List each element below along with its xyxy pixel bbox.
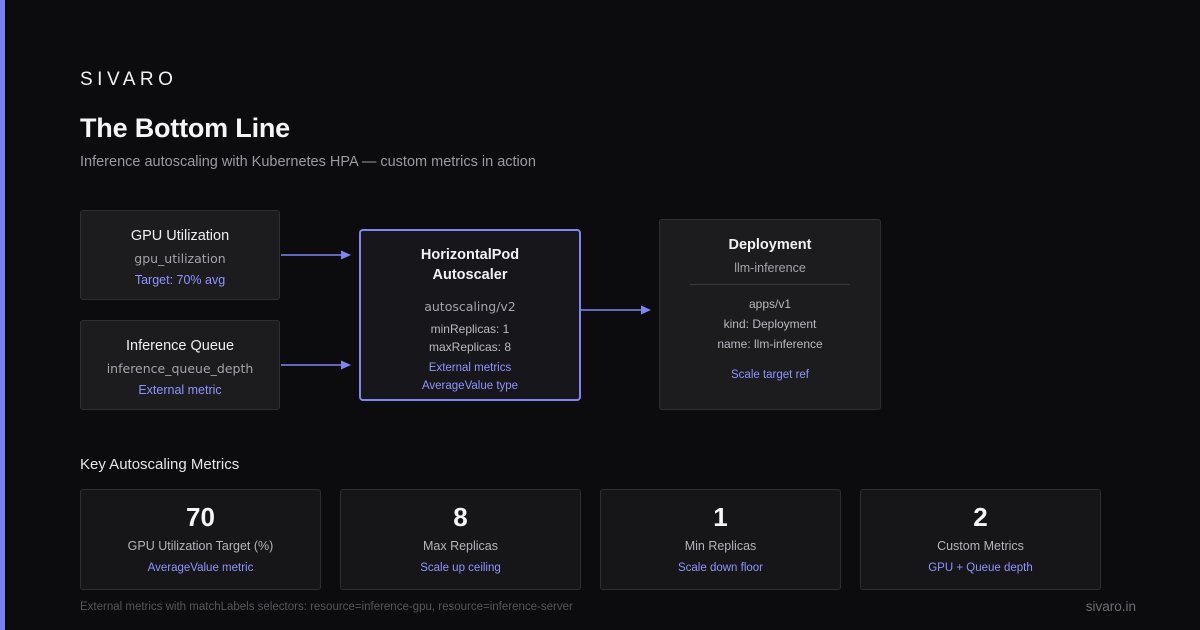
- queue-box-note: External metric: [138, 383, 222, 397]
- deployment-title: Deployment: [728, 237, 812, 253]
- metric-note: Scale up ceiling: [420, 562, 501, 574]
- metric-label: Custom Metrics: [937, 539, 1024, 553]
- arrow-queue-to-hpa-head: [341, 360, 351, 370]
- deployment-kind: kind: Deployment: [723, 317, 817, 331]
- metric-note: Scale down floor: [677, 562, 764, 574]
- deployment-api-version: apps/v1: [748, 297, 792, 311]
- page-subtitle: Inference autoscaling with Kubernetes HP…: [80, 154, 536, 170]
- hpa-title-line2: Autoscaler: [432, 267, 508, 283]
- left-accent-bar: [0, 0, 5, 630]
- page-title: The Bottom Line: [80, 113, 290, 143]
- hpa-min-replicas: minReplicas: 1: [430, 322, 510, 336]
- hpa-api-version: autoscaling/v2: [424, 299, 516, 314]
- arrow-gpu-to-hpa-head: [341, 250, 351, 260]
- gpu-box-title: GPU Utilization: [130, 228, 230, 244]
- hpa-note-external: External metrics: [428, 362, 512, 374]
- metric-label: Min Replicas: [684, 539, 757, 553]
- metric-card-min-replicas: 1 Min Replicas Scale down floor: [600, 489, 841, 590]
- hpa-box: HorizontalPod Autoscaler autoscaling/v2 …: [359, 229, 581, 401]
- hpa-note-type: AverageValue type: [421, 380, 519, 392]
- footer-site-link[interactable]: sivaro.in: [1086, 599, 1136, 614]
- deployment-divider: [690, 284, 850, 285]
- metric-card-gpu-target: 70 GPU Utilization Target (%) AverageVal…: [80, 489, 321, 590]
- deployment-note: Scale target ref: [731, 369, 809, 381]
- queue-box-title: Inference Queue: [125, 338, 235, 354]
- queue-box-metric: inference_queue_depth: [106, 361, 254, 376]
- metrics-section-heading: Key Autoscaling Metrics: [80, 456, 240, 473]
- footer-note: External metrics with matchLabels select…: [80, 601, 573, 613]
- inference-queue-box: Inference Queue inference_queue_depth Ex…: [80, 320, 280, 410]
- metric-label: Max Replicas: [422, 539, 499, 553]
- metric-value: 1: [713, 502, 728, 532]
- metric-card-custom-metrics: 2 Custom Metrics GPU + Queue depth: [860, 489, 1101, 590]
- deployment-name: llm-inference: [734, 261, 806, 275]
- brand-logo: SIVARO: [80, 69, 178, 90]
- gpu-utilization-box: GPU Utilization gpu_utilization Target: …: [80, 210, 280, 300]
- metric-value: 8: [453, 502, 468, 532]
- metric-note: AverageValue metric: [147, 562, 254, 574]
- gpu-box-metric: gpu_utilization: [134, 251, 226, 266]
- deployment-name-field: name: llm-inference: [717, 337, 823, 351]
- metric-label: GPU Utilization Target (%): [127, 539, 274, 553]
- hpa-max-replicas: maxReplicas: 8: [428, 340, 512, 354]
- metric-value: 70: [186, 502, 215, 532]
- arrow-hpa-to-deployment-head: [641, 305, 651, 315]
- metric-card-max-replicas: 8 Max Replicas Scale up ceiling: [340, 489, 581, 590]
- deployment-box: Deployment llm-inference apps/v1 kind: D…: [659, 219, 881, 410]
- metric-note: GPU + Queue depth: [928, 562, 1033, 574]
- hpa-title-line1: HorizontalPod: [420, 247, 520, 263]
- gpu-box-note: Target: 70% avg: [134, 273, 226, 287]
- metric-value: 2: [973, 502, 988, 532]
